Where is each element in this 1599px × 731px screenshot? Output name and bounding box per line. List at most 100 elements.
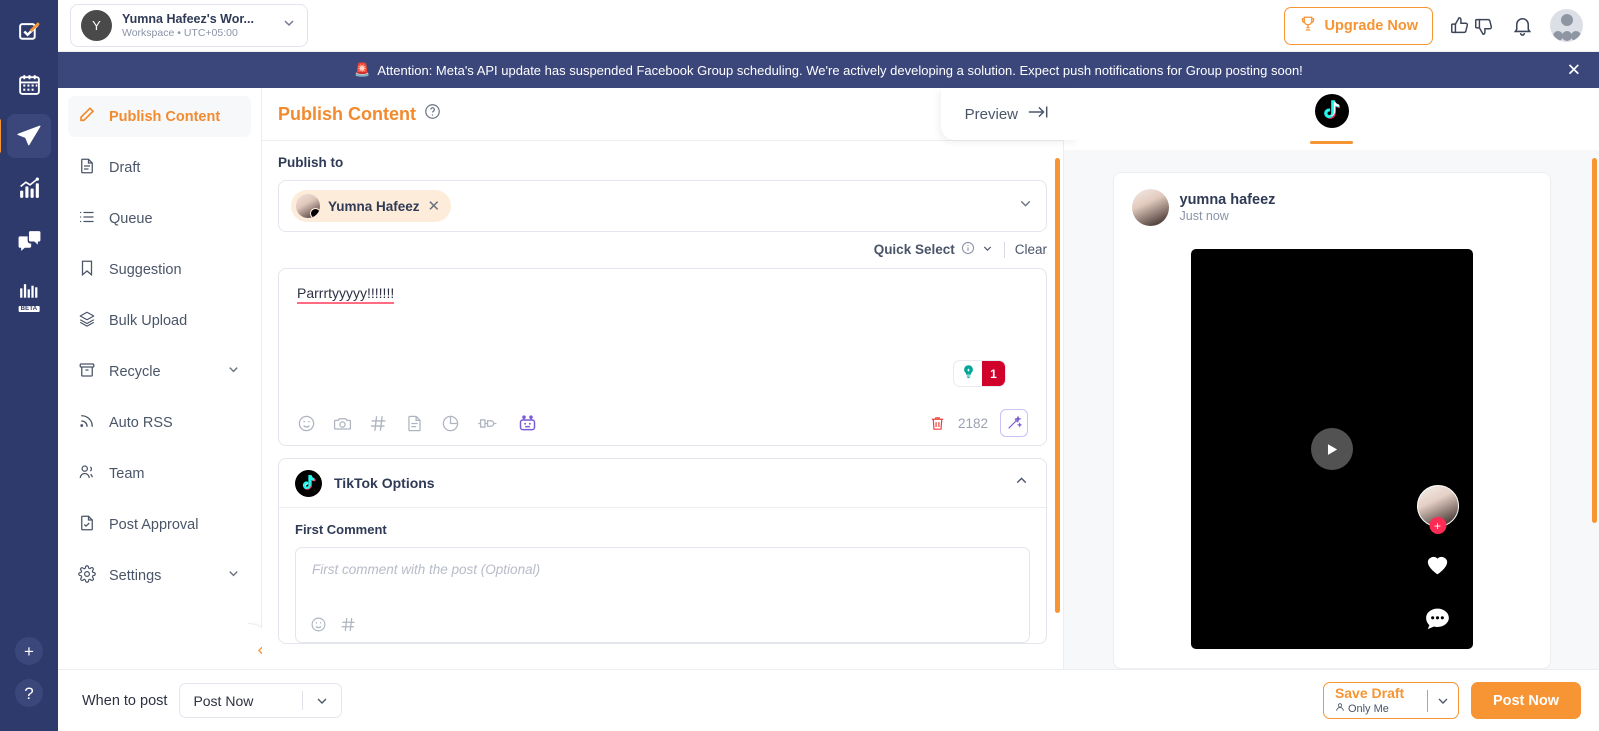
sidebar-item-team[interactable]: Team	[68, 453, 251, 494]
preview-timestamp: Just now	[1179, 209, 1229, 223]
post-editor[interactable]: Parrrtyyyyy!!!!!!! 1 2182	[278, 268, 1047, 446]
suggestion-count: 1	[982, 361, 1005, 386]
heart-icon[interactable]	[1422, 549, 1453, 583]
alert-icon: 🚨	[354, 62, 371, 77]
when-to-post-label: When to post	[82, 692, 168, 709]
close-icon[interactable]: ✕	[1567, 62, 1581, 79]
comment-icon[interactable]	[1422, 605, 1453, 639]
sidebar-label: Team	[109, 465, 145, 482]
workspace-text: Yumna Hafeez's Wor... Workspace • UTC+05…	[122, 12, 271, 39]
sidebar-item-suggestion[interactable]: Suggestion	[68, 249, 251, 290]
sidebar-item-bulk-upload[interactable]: Bulk Upload	[68, 300, 251, 341]
upgrade-now-button[interactable]: Upgrade Now	[1283, 6, 1433, 45]
publish-to-field[interactable]: Yumna Hafeez ✕	[278, 180, 1047, 232]
chevron-down-icon[interactable]	[1017, 195, 1034, 217]
follow-avatar[interactable]: +	[1416, 485, 1459, 534]
suggestion-badge[interactable]: 1	[953, 360, 1006, 387]
plug-icon[interactable]	[477, 414, 500, 433]
robot-icon[interactable]	[517, 413, 538, 434]
analytics-icon[interactable]	[7, 166, 51, 210]
preview-author: yumna hafeez Just now	[1131, 189, 1532, 226]
publish-icon[interactable]	[0, 114, 51, 158]
sidebar-label: Bulk Upload	[109, 312, 188, 329]
emoji-icon[interactable]	[297, 414, 316, 433]
sidebar-item-draft[interactable]: Draft	[68, 147, 251, 188]
follow-plus-icon[interactable]: +	[1429, 517, 1446, 534]
preview-scrollbar[interactable]	[1592, 158, 1597, 523]
editor-toolbar: 2182	[279, 401, 1046, 445]
active-tab-indicator	[1310, 140, 1353, 145]
editor-text-area[interactable]: Parrrtyyyyy!!!!!!!	[279, 269, 1046, 401]
sidebar-item-post-approval[interactable]: Post Approval	[68, 504, 251, 545]
emoji-icon[interactable]	[310, 616, 327, 633]
help-icon[interactable]	[424, 103, 441, 125]
bottom-action-bar: When to post Post Now Save Draft Only Me…	[58, 669, 1599, 731]
workspace-avatar: Y	[81, 10, 112, 41]
page-title: Publish Content	[278, 103, 416, 124]
reports-icon[interactable]: BETA	[7, 270, 51, 314]
chart-icon[interactable]	[441, 414, 460, 433]
arrow-right-icon	[1027, 104, 1049, 124]
icon-rail: BETA + ?	[0, 0, 58, 731]
quick-select-button[interactable]: Quick Select	[874, 241, 994, 258]
hashtag-icon[interactable]	[340, 616, 357, 633]
chevron-down-icon	[226, 566, 241, 585]
preview-tab-tiktok[interactable]	[1310, 93, 1353, 145]
save-draft-button[interactable]: Save Draft Only Me	[1322, 682, 1459, 719]
first-comment-input[interactable]: First comment with the post (Optional)	[295, 547, 1030, 643]
sidebar-item-queue[interactable]: Queue	[68, 198, 251, 239]
sidebar-label: Publish Content	[109, 108, 221, 125]
sidebar-item-auto-rss[interactable]: Auto RSS	[68, 402, 251, 443]
tiktok-options-header[interactable]: TikTok Options	[279, 459, 1046, 508]
center-scrollbar[interactable]	[1055, 158, 1060, 613]
sidebar-item-settings[interactable]: Settings	[68, 555, 251, 596]
bell-icon[interactable]	[1511, 14, 1534, 37]
rss-icon	[78, 412, 96, 434]
tiktok-badge-icon	[310, 208, 320, 218]
post-now-button[interactable]: Post Now	[1470, 682, 1581, 719]
document-check-icon	[78, 514, 96, 536]
add-button[interactable]: +	[15, 637, 43, 665]
preview-network-tabs	[1064, 88, 1599, 150]
divider	[1003, 241, 1005, 258]
banner-message: Attention: Meta's API update has suspend…	[377, 62, 1303, 78]
thumbs-up-icon[interactable]	[1449, 15, 1471, 37]
tiktok-options-title: TikTok Options	[334, 475, 435, 491]
magic-wand-icon[interactable]	[1000, 409, 1028, 437]
hashtag-icon[interactable]	[369, 414, 388, 433]
thumbs-down-icon[interactable]	[1473, 15, 1495, 37]
when-to-post-select[interactable]: Post Now	[179, 683, 343, 718]
compose-icon[interactable]	[7, 10, 51, 54]
remove-account-icon[interactable]: ✕	[428, 199, 441, 214]
workspace-selector[interactable]: Y Yumna Hafeez's Wor... Workspace • UTC+…	[70, 4, 308, 47]
avatar[interactable]	[1550, 9, 1583, 42]
chevron-up-icon[interactable]	[1013, 472, 1030, 494]
preview-toggle-button[interactable]: Preview	[940, 88, 1079, 140]
save-draft-visibility: Only Me	[1335, 702, 1427, 715]
account-name: Yumna Hafeez	[328, 198, 420, 214]
quick-select-label: Quick Select	[873, 242, 955, 257]
document-icon[interactable]	[405, 414, 424, 433]
character-count: 2182	[957, 415, 988, 431]
inbox-icon[interactable]	[7, 218, 51, 262]
clear-button[interactable]: Clear	[1015, 242, 1047, 257]
first-comment-toolbar	[310, 616, 357, 633]
trash-icon[interactable]	[929, 415, 946, 432]
preview-body: yumna hafeez Just now +	[1064, 150, 1599, 669]
tiktok-action-rail: +	[1415, 485, 1461, 639]
play-button[interactable]	[1310, 428, 1353, 470]
sidebar-label: Draft	[109, 159, 141, 176]
preview-video[interactable]: +	[1190, 249, 1473, 649]
account-chip[interactable]: Yumna Hafeez ✕	[291, 190, 452, 222]
camera-icon[interactable]	[333, 414, 352, 433]
info-icon	[961, 241, 975, 258]
lightbulb-icon	[961, 364, 976, 384]
calendar-icon[interactable]	[7, 62, 51, 106]
publish-panel: Publish Content Preview Publish to Yumna…	[262, 88, 1079, 669]
sidebar-item-publish-content[interactable]: Publish Content	[68, 96, 251, 137]
help-button[interactable]: ?	[15, 679, 43, 707]
sidebar-item-recycle[interactable]: Recycle	[68, 351, 251, 392]
workspace-name: Yumna Hafeez's Wor...	[122, 12, 254, 26]
person-icon	[1335, 702, 1345, 715]
chevron-down-icon[interactable]	[1428, 693, 1458, 709]
